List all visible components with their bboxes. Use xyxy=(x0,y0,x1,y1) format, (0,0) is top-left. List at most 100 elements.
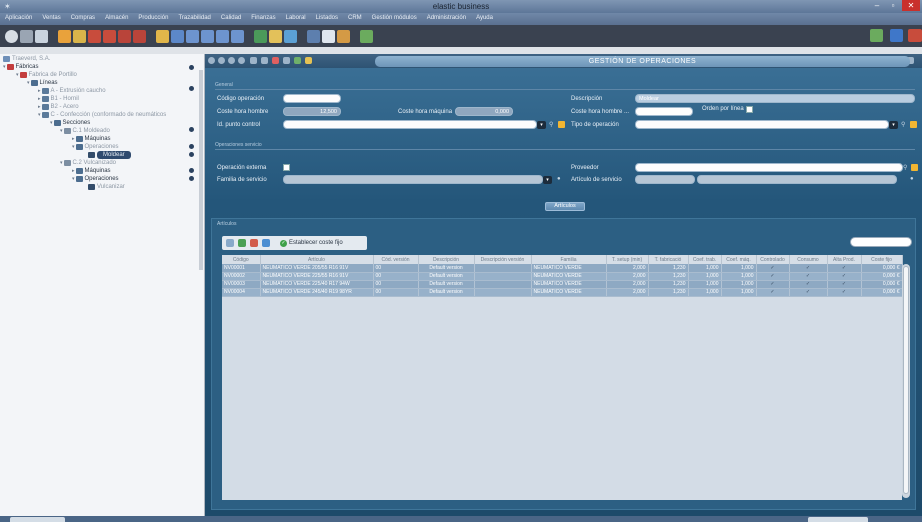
person-icon[interactable] xyxy=(156,29,169,43)
grid-blue-icon[interactable] xyxy=(231,29,244,43)
menu-calidad[interactable]: Calidad xyxy=(216,13,246,25)
checkbox-cell[interactable]: ✓ xyxy=(756,288,790,297)
search-icon[interactable]: ⚲ xyxy=(901,121,908,128)
checkbox-cell[interactable]: ✓ xyxy=(756,264,790,273)
orden-por-linea-checkbox[interactable] xyxy=(746,106,753,113)
grid-scrollbar-thumb[interactable] xyxy=(903,266,909,494)
checkbox-cell[interactable]: ✓ xyxy=(827,288,862,297)
col-header[interactable]: Descripción versión xyxy=(474,255,532,264)
tree-node-lineas[interactable]: ▾ Líneas xyxy=(27,79,58,87)
network-icon[interactable] xyxy=(307,29,320,43)
menu-laboral[interactable]: Laboral xyxy=(281,13,311,25)
search-icon[interactable]: ⚲ xyxy=(549,121,556,128)
minimize-button[interactable]: – xyxy=(870,0,884,11)
col-header[interactable]: Coef. máq. xyxy=(721,255,757,264)
col-header[interactable]: Familia xyxy=(531,255,607,264)
menu-almacen[interactable]: Almacén xyxy=(100,13,133,25)
tipo-operacion-field[interactable] xyxy=(635,120,889,129)
tree-node-vulcanizar[interactable]: Vulcanizar xyxy=(88,183,125,191)
coste-hora-hombre-2-field[interactable] xyxy=(635,107,693,116)
col-header[interactable]: Artículo xyxy=(260,255,374,264)
col-header[interactable]: Cód. versión xyxy=(373,255,419,264)
info-icon[interactable]: ● xyxy=(910,176,917,183)
tree-node-linea-b1[interactable]: ▸ B1 - Hornil xyxy=(38,95,79,103)
table-row[interactable]: NV00002 NEUMATICO VERDE 225/55 R16 91V 0… xyxy=(222,272,903,281)
col-header[interactable]: Coste fijo xyxy=(861,255,903,264)
checkbox-cell[interactable]: ✓ xyxy=(827,280,862,289)
nav-prev-icon[interactable] xyxy=(218,57,225,64)
calendar-icon[interactable] xyxy=(360,29,373,43)
export-icon[interactable] xyxy=(262,239,270,247)
clear-icon[interactable] xyxy=(558,121,565,128)
clear-icon[interactable] xyxy=(910,121,917,128)
print-icon[interactable] xyxy=(283,57,290,64)
status-tab[interactable] xyxy=(808,517,868,522)
col-header[interactable]: Descripción xyxy=(418,255,475,264)
menu-produccion[interactable]: Producción xyxy=(133,13,173,25)
tree-node-linea-c[interactable]: ▾ C - Confección (conformado de neumático… xyxy=(38,111,166,119)
tree-node-maquinas-1[interactable]: ▸ Máquinas xyxy=(72,135,111,143)
screen-icon[interactable] xyxy=(890,29,903,42)
menu-ventas[interactable]: Ventas xyxy=(37,13,65,25)
maximize-button[interactable]: ▫ xyxy=(886,0,900,11)
refresh-icon[interactable] xyxy=(294,57,301,64)
checkbox-cell[interactable]: ✓ xyxy=(789,280,828,289)
col-header[interactable]: Coef. trab. xyxy=(688,255,722,264)
coste-hora-maquina-field[interactable]: 0,000 xyxy=(455,107,513,116)
users-icon[interactable] xyxy=(73,29,86,43)
checkbox-cell[interactable]: ✓ xyxy=(789,288,828,297)
filter-icon[interactable] xyxy=(250,239,258,247)
col-header[interactable]: T. fabricació xyxy=(648,255,689,264)
checkbox-cell[interactable]: ✓ xyxy=(756,272,790,281)
nav-next-icon[interactable] xyxy=(228,57,235,64)
codigo-operacion-field[interactable] xyxy=(283,94,341,103)
invoice-icon[interactable] xyxy=(103,29,116,43)
exit-icon[interactable] xyxy=(908,29,922,42)
home-icon[interactable] xyxy=(35,29,48,43)
articulos-button[interactable]: Artículos xyxy=(545,202,585,211)
circle-icon[interactable] xyxy=(5,29,18,43)
col-header[interactable]: Alta Prod. xyxy=(827,255,862,264)
menu-compras[interactable]: Compras xyxy=(66,13,100,25)
tree-node-maquinas-2[interactable]: ▸ Máquinas xyxy=(72,167,111,175)
user-icon[interactable] xyxy=(58,29,71,43)
doc-blue-icon[interactable] xyxy=(186,29,199,43)
chart-icon[interactable] xyxy=(337,29,350,43)
col-header[interactable]: T. setup (min) xyxy=(606,255,649,264)
tree-node-c1[interactable]: ▾ C.1 Moldeado xyxy=(60,127,110,135)
report-icon[interactable] xyxy=(118,29,131,43)
refresh-icon[interactable] xyxy=(238,239,246,247)
list-blue-icon[interactable] xyxy=(216,29,229,43)
menu-listados[interactable]: Listados xyxy=(311,13,343,25)
id-punto-control-field[interactable] xyxy=(283,120,537,129)
articulo-servicio-code-field[interactable] xyxy=(635,175,695,184)
menu-finanzas[interactable]: Finanzas xyxy=(246,13,280,25)
articulo-servicio-desc-field[interactable] xyxy=(697,175,897,184)
search-icon[interactable]: ⚲ xyxy=(903,164,910,171)
nav-last-icon[interactable] xyxy=(238,57,245,64)
coste-hora-hombre-field[interactable]: 12,500 xyxy=(283,107,341,116)
grid-scrollbar[interactable] xyxy=(902,264,910,498)
id-punto-control-dropdown[interactable]: ▾ xyxy=(537,121,546,129)
tree-node-root[interactable]: Traeverd, S.A. xyxy=(3,55,50,63)
plugin-icon[interactable] xyxy=(870,29,883,42)
checkbox-cell[interactable]: ✓ xyxy=(827,264,862,273)
menu-administracion[interactable]: Administración xyxy=(422,13,471,25)
tree-node-fabricas[interactable]: ▾ Fábricas xyxy=(3,63,39,71)
tree-node-fabrica[interactable]: ▾ Fabrica de Portillo xyxy=(16,71,77,79)
document-red-icon[interactable] xyxy=(88,29,101,43)
sheet-icon[interactable] xyxy=(133,29,146,43)
table-row[interactable]: NV00003 NEUMATICO VERDE 225/40 R17 94W 0… xyxy=(222,280,903,289)
operacion-externa-checkbox[interactable] xyxy=(283,164,290,171)
articulos-search-input[interactable] xyxy=(850,237,912,247)
descripcion-field[interactable]: Moldear xyxy=(635,94,915,103)
col-header[interactable]: Controlado xyxy=(756,255,790,264)
tree-node-linea-a[interactable]: ▸ A - Extrusión caucho xyxy=(38,87,106,95)
checkbox-cell[interactable]: ✓ xyxy=(789,264,828,273)
folder-icon[interactable] xyxy=(269,29,282,43)
col-header[interactable]: Consumo xyxy=(789,255,828,264)
establecer-coste-fijo-button[interactable]: ✓ Establecer coste fijo xyxy=(280,239,343,247)
save-icon[interactable] xyxy=(305,57,312,64)
table-row[interactable]: NV00004 NEUMATICO VERDE 245/40 R19 98YR … xyxy=(222,288,903,297)
checkbox-cell[interactable]: ✓ xyxy=(789,272,828,281)
